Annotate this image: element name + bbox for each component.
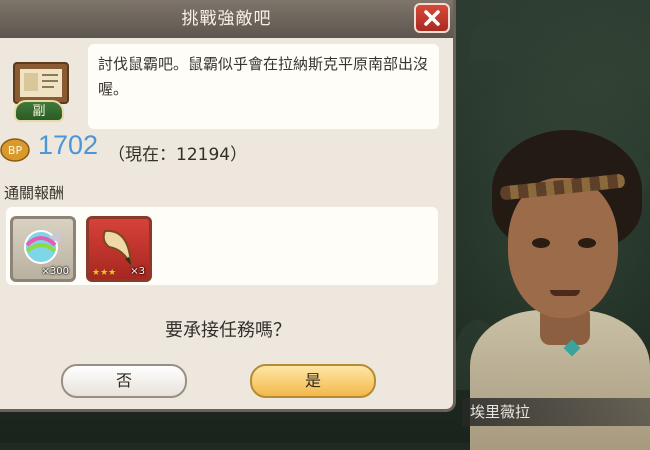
character-portrait	[470, 120, 650, 450]
reward-item-horn[interactable]: ★★★ ×3	[86, 216, 152, 282]
reward-item-quantity: ×300	[41, 266, 69, 277]
close-button[interactable]	[414, 3, 450, 33]
bp-required-value: 1702	[38, 130, 99, 160]
character-mouth	[550, 290, 580, 296]
dialog-title: 挑戰強敵吧	[181, 9, 272, 29]
bp-current-value: （現在：12194）	[108, 145, 248, 165]
character-face	[508, 178, 618, 318]
accept-button[interactable]: 是	[250, 364, 376, 398]
character-eye	[578, 238, 596, 248]
foliage	[470, 20, 530, 60]
reward-item-quantity: ×3	[130, 266, 145, 277]
quest-description: 討伐鼠霸吧。鼠霸似乎會在拉納斯克平原南部出沒喔。	[98, 55, 429, 98]
bp-icon-label: BP	[8, 144, 23, 157]
bp-icon: BP	[0, 138, 30, 162]
reward-item-rarity-stars: ★★★	[92, 268, 117, 278]
decline-button[interactable]: 否	[61, 364, 187, 398]
accept-question: 要承接任務嗎？	[165, 320, 291, 341]
character-eye	[532, 238, 550, 248]
reward-label: 通關報酬	[4, 184, 65, 202]
quest-type-tag: 副	[14, 100, 64, 122]
quest-dialog: 挑戰強敵吧 副 討伐鼠霸吧。鼠霸似乎會在拉納斯克平原南部出沒喔。 BP 1702…	[0, 0, 456, 412]
reward-item-crystal[interactable]: ×300	[10, 216, 76, 282]
close-icon	[424, 10, 440, 26]
description-box: 討伐鼠霸吧。鼠霸似乎會在拉納斯克平原南部出沒喔。	[88, 44, 439, 129]
character-name-plate: 埃里薇拉	[462, 398, 650, 426]
